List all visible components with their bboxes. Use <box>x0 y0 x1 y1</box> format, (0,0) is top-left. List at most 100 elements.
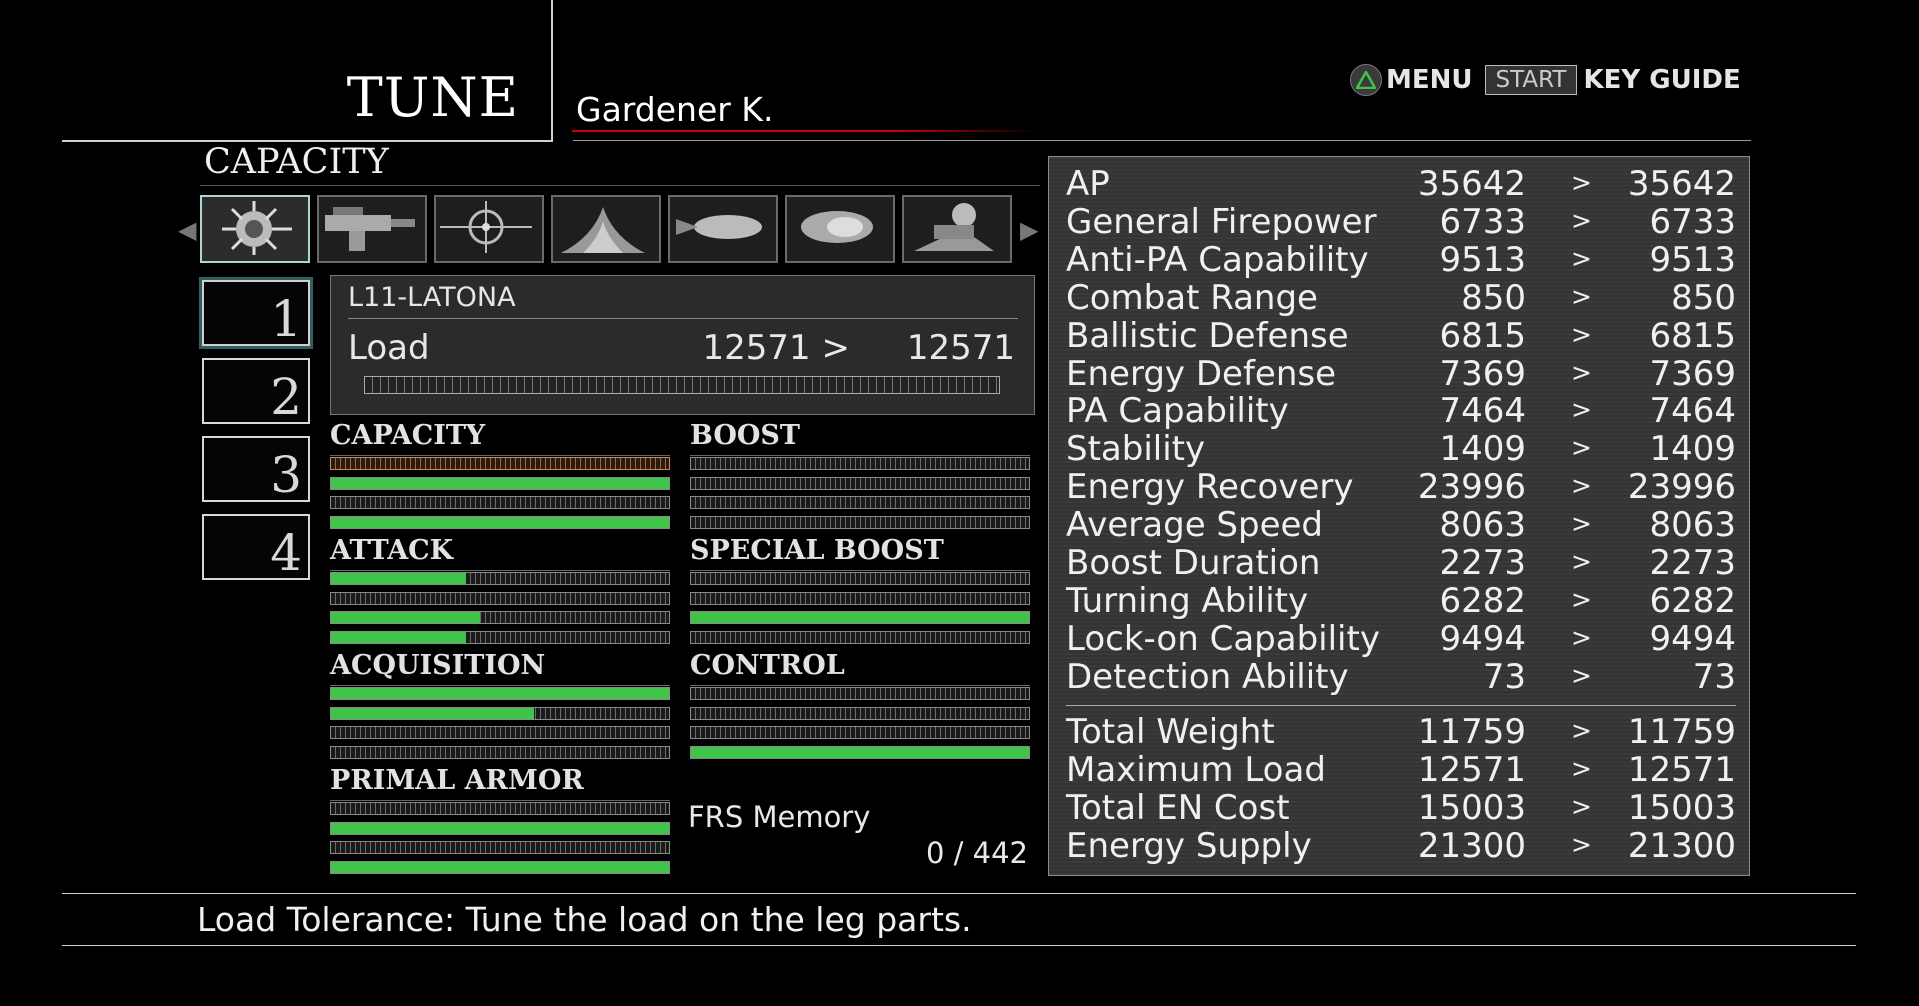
stat-row: Energy Defense 7369 >7369 <box>1066 353 1736 394</box>
stat-new: 6282 <box>1649 580 1736 621</box>
tune-bar[interactable] <box>330 515 670 529</box>
screen-title: TUNE <box>346 66 519 129</box>
tune-group-label: CAPACITY <box>330 420 486 451</box>
tune-group-rule <box>690 455 1030 456</box>
tune-bar[interactable] <box>690 476 1030 490</box>
stat-current: 7369 <box>1439 353 1526 394</box>
stat-name: Combat Range <box>1066 277 1318 318</box>
part-tab-head-part[interactable] <box>200 195 310 263</box>
stat-arrow: > <box>1571 753 1592 783</box>
tune-bar[interactable] <box>330 572 670 585</box>
footer-rule-bottom <box>62 945 1856 946</box>
stat-row: Average Speed 8063 >8063 <box>1066 505 1736 545</box>
stat-new: 6815 <box>1649 315 1736 356</box>
tune-bar[interactable] <box>330 611 670 624</box>
load-current: 12571 > <box>702 328 850 368</box>
stat-arrow: > <box>1571 168 1592 197</box>
footer-rule-top <box>62 893 1856 894</box>
head-part-icon <box>202 201 302 261</box>
stat-current: 6815 <box>1439 315 1526 356</box>
tune-slot-2[interactable]: 2 <box>202 358 310 426</box>
menu-label[interactable]: MENU <box>1386 65 1473 95</box>
tune-slot-4[interactable]: 4 <box>202 514 310 582</box>
part-tab-arm-weapon[interactable] <box>317 195 427 263</box>
stat-row: Lock-on Capability 9494 >9494 <box>1066 618 1736 659</box>
tune-bar-fill <box>331 516 669 528</box>
tune-bar[interactable] <box>330 802 670 815</box>
tune-bar[interactable] <box>330 726 670 739</box>
tune-bar[interactable] <box>330 591 670 605</box>
tune-bar[interactable] <box>690 496 1030 509</box>
tune-group-label: PRIMAL ARMOR <box>330 765 584 796</box>
tune-slot-1[interactable]: 1 <box>202 280 310 348</box>
stats-divider <box>1066 705 1736 706</box>
stat-name: Energy Defense <box>1066 353 1337 394</box>
stat-current: 73 <box>1482 656 1526 697</box>
part-tab-generator[interactable] <box>551 195 661 263</box>
stat-arrow: > <box>1571 716 1592 745</box>
tune-bar[interactable] <box>330 821 670 835</box>
stat-arrow: > <box>1571 829 1592 859</box>
part-name: L11-LATONA <box>348 282 516 313</box>
key-guide-label[interactable]: KEY GUIDE <box>1583 65 1740 95</box>
tune-bar[interactable] <box>330 457 670 470</box>
stat-new: 7369 <box>1649 353 1736 394</box>
stat-row: Total Weight 11759 >11759 <box>1066 712 1736 752</box>
part-tab-leg-part[interactable] <box>902 195 1012 263</box>
tune-bar[interactable] <box>690 572 1030 585</box>
stat-current: 9513 <box>1439 239 1526 280</box>
tune-bar[interactable] <box>330 687 670 700</box>
stat-new: 21300 <box>1627 825 1736 866</box>
stat-row: Stability 1409 >1409 <box>1066 429 1736 469</box>
stat-new: 73 <box>1692 656 1736 697</box>
tune-bar[interactable] <box>330 630 670 644</box>
tune-bar[interactable] <box>690 457 1030 470</box>
tune-bar[interactable] <box>690 515 1030 529</box>
tune-group-rule <box>330 570 670 571</box>
tune-bar[interactable] <box>690 687 1030 700</box>
tune-group-label: BOOST <box>690 420 800 451</box>
main-booster-icon <box>670 215 770 261</box>
stat-row: Maximum Load 12571 >12571 <box>1066 750 1736 790</box>
leg-part-icon <box>904 203 1004 261</box>
load-new: 12571 <box>906 328 1015 368</box>
tune-bar[interactable] <box>690 706 1030 720</box>
tune-bar[interactable] <box>690 591 1030 605</box>
tab-right-arrow-icon[interactable]: ▶ <box>1020 216 1038 244</box>
part-tab-fcs[interactable] <box>434 195 544 263</box>
tune-bar[interactable] <box>690 630 1030 644</box>
tune-bar[interactable] <box>690 726 1030 739</box>
tune-bar[interactable] <box>330 496 670 509</box>
tune-slot-3[interactable]: 3 <box>202 436 310 504</box>
stat-current: 9494 <box>1439 618 1526 659</box>
stat-current: 15003 <box>1417 787 1526 828</box>
tab-left-arrow-icon[interactable]: ◀ <box>178 216 196 244</box>
tune-bar[interactable] <box>330 745 670 759</box>
tune-bar-fill <box>331 707 534 719</box>
tune-bar[interactable] <box>330 860 670 874</box>
stat-name: Anti-PA Capability <box>1066 239 1369 280</box>
stat-name: Turning Ability <box>1066 580 1309 621</box>
stat-new: 23996 <box>1627 467 1736 508</box>
tune-bar[interactable] <box>330 706 670 720</box>
load-bar <box>364 376 1000 394</box>
part-tab-main-booster[interactable] <box>668 195 778 263</box>
tune-bar[interactable] <box>690 611 1030 624</box>
part-tab-back-booster[interactable] <box>785 195 895 263</box>
tune-bar[interactable] <box>330 476 670 490</box>
stat-row: Energy Supply 21300 >21300 <box>1066 825 1736 866</box>
stat-current: 6282 <box>1439 580 1526 621</box>
stat-current: 2273 <box>1439 543 1526 583</box>
stat-name: AP <box>1066 164 1110 204</box>
tune-bar[interactable] <box>690 745 1030 759</box>
stat-name: Energy Supply <box>1066 825 1312 866</box>
stat-name: Total EN Cost <box>1066 787 1290 828</box>
tune-bar[interactable] <box>330 841 670 854</box>
start-button-icon: START <box>1484 65 1578 95</box>
section-rule <box>200 185 1040 186</box>
stat-arrow: > <box>1571 471 1592 501</box>
stat-new: 2273 <box>1649 543 1736 583</box>
stat-new: 9494 <box>1649 618 1736 659</box>
tune-group-rule <box>690 685 1030 686</box>
stat-row: AP 35642 >35642 <box>1066 164 1736 204</box>
